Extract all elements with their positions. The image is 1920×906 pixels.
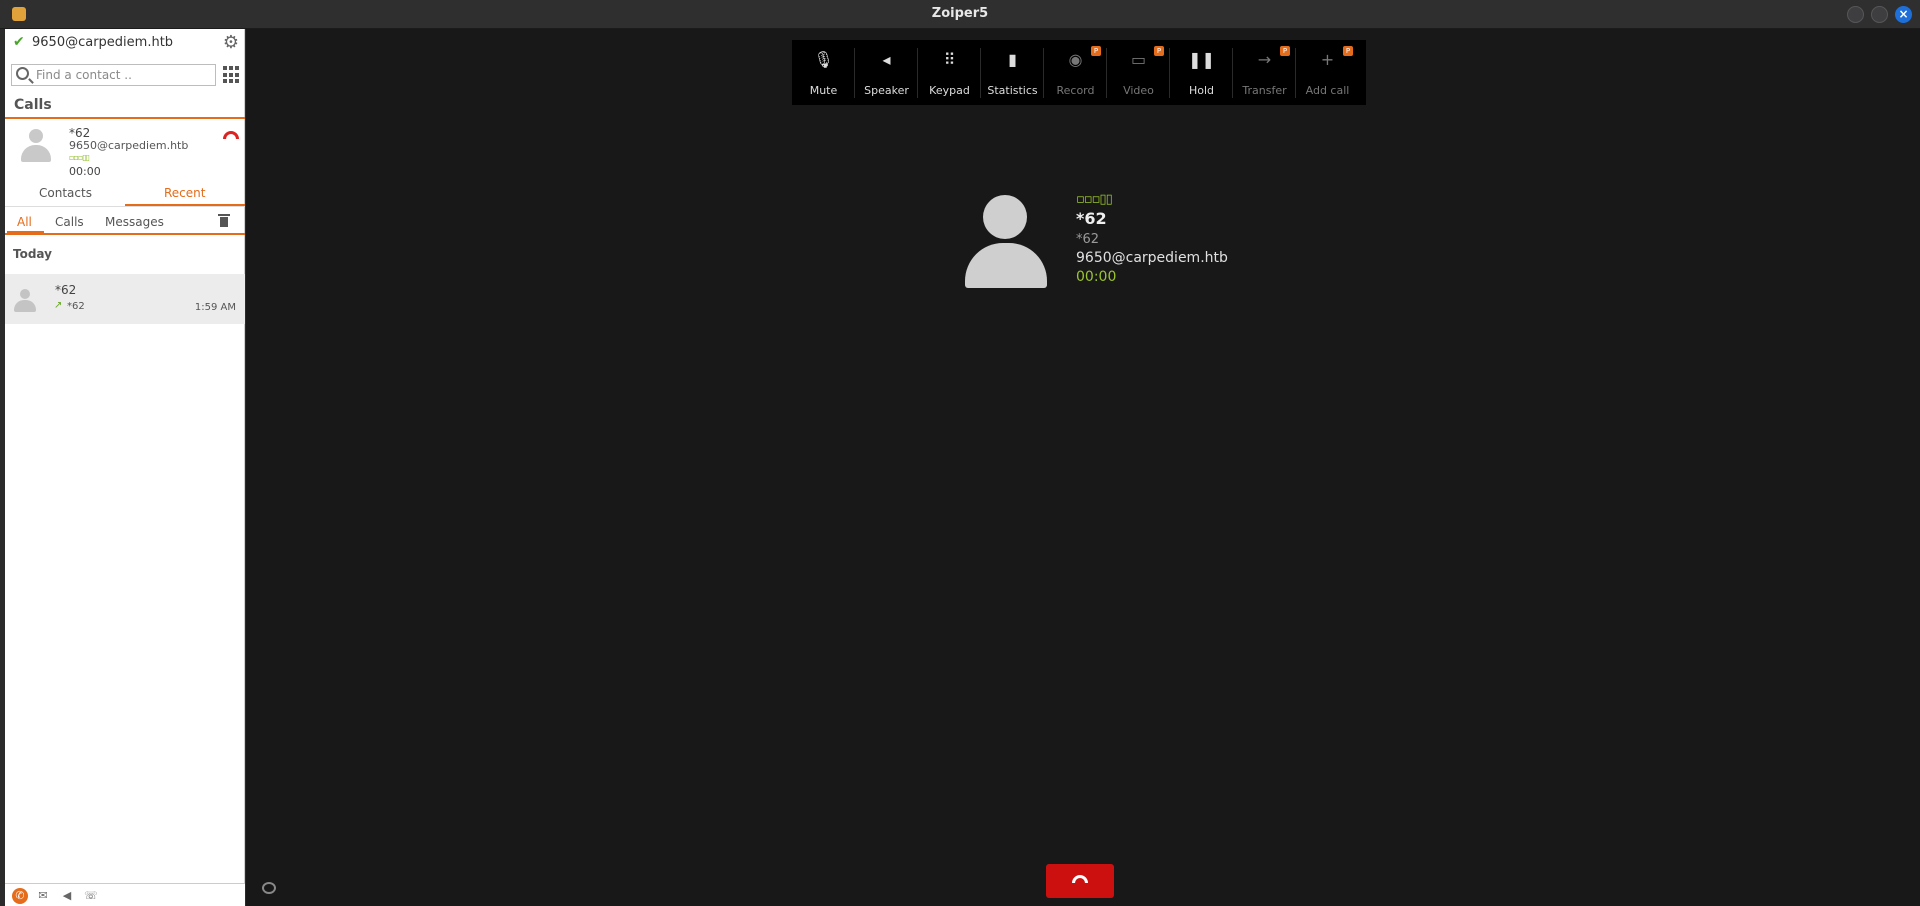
avatar [21,129,51,163]
speaker-volume-icon[interactable]: ◀ [59,888,75,904]
filter-calls[interactable]: Calls [55,215,84,229]
signal-quality-icon: ▫▫▫▯▯ [69,153,90,162]
caller-uri: 9650@carpediem.htb [1076,250,1228,266]
call-timer: 00:00 [1076,269,1117,285]
add-call-label: Add call [1305,84,1350,97]
mail-icon[interactable]: ✉ [35,888,51,904]
active-call-uri: 9650@carpediem.htb [69,139,189,152]
record-label: Record [1056,84,1095,97]
settings-gear-icon[interactable]: ⚙ [223,32,239,53]
dialpad-grid-icon[interactable] [223,66,241,84]
speaker-icon: ◂ [882,50,891,69]
tab-contacts[interactable]: Contacts [39,186,92,200]
speaker-label: Speaker [864,84,909,97]
active-call-item[interactable]: *62 9650@carpediem.htb ▫▫▫▯▯ 00:00 [5,119,245,181]
caller-number: *62 [1076,232,1100,247]
signal-quality-icon: ▫▫▫▯▯ [1076,192,1113,207]
outgoing-call-arrow-icon: ↗ [54,300,63,311]
contact-search-box[interactable] [11,64,216,86]
active-call-time: 00:00 [69,165,101,178]
keypad-icon: ⠿ [943,50,956,69]
call-settings-icon[interactable]: ☏ [83,888,99,904]
speaker-button[interactable]: ◂ Speaker [855,40,918,105]
mute-label: Mute [809,84,838,97]
mute-button[interactable]: 🎙 Mute [792,40,855,105]
registered-check-icon: ✔ [13,34,25,50]
active-call-number: *62 [69,126,91,140]
hangup-button[interactable] [1046,864,1114,898]
pause-icon: ❚❚ [1188,50,1215,69]
pro-badge: P [1280,46,1290,56]
call-view: 🎙 Mute ◂ Speaker ⠿ Keypad ▮ Statistics ◉… [246,29,1920,906]
contacts-recent-tabs: Contacts Recent [5,181,245,207]
video-label: Video [1123,84,1154,97]
calls-header: Calls [14,97,52,113]
tab-recent[interactable]: Recent [164,186,205,200]
window-title: Zoiper5 [931,6,989,21]
contact-search-input[interactable] [36,66,212,84]
caller-name: *62 [1076,209,1107,228]
hangup-icon[interactable] [223,131,239,139]
statistics-bars-icon: ▮ [1008,50,1017,69]
filter-messages[interactable]: Messages [105,215,164,229]
maximize-button[interactable] [1871,6,1888,23]
recent-filter-tabs: All Calls Messages [5,209,245,235]
statistics-button[interactable]: ▮ Statistics [981,40,1044,105]
title-bar: Zoiper5 × [0,0,1920,29]
recent-item-time: 1:59 AM [194,302,236,313]
hangup-icon [1072,875,1088,883]
hold-button[interactable]: ❚❚ Hold [1170,40,1233,105]
phone-icon[interactable]: ✆ [12,888,28,904]
transfer-button[interactable]: → Transfer P [1233,40,1296,105]
recent-item-number: *62 [67,301,85,312]
close-button[interactable]: × [1895,6,1912,23]
search-icon [16,67,29,80]
left-panel: ✔ 9650@carpediem.htb ⚙ Calls *62 9650@ca… [5,29,245,906]
add-call-button[interactable]: + Add call P [1296,40,1359,105]
account-status[interactable]: ✔ 9650@carpediem.htb ⚙ [5,29,245,57]
minimize-button[interactable] [1847,6,1864,23]
statistics-label: Statistics [987,84,1038,97]
account-name: 9650@carpediem.htb [32,35,174,50]
pro-badge: P [1154,46,1164,56]
caller-avatar [965,195,1047,291]
keypad-button[interactable]: ⠿ Keypad [918,40,981,105]
video-button[interactable]: ▭ Video P [1107,40,1170,105]
pro-badge: P [1343,46,1353,56]
pro-badge: P [1091,46,1101,56]
record-button[interactable]: ◉ Record P [1044,40,1107,105]
caller-info: ▫▫▫▯▯ *62 *62 9650@carpediem.htb 00:00 [1076,192,1228,285]
bottom-toolbar: ✆ ✉ ◀ ☏ [5,883,245,906]
active-filter-indicator [7,231,44,233]
list-item[interactable]: *62 ↗ *62 1:59 AM [5,274,245,324]
chat-bubble-icon[interactable] [262,882,276,894]
transfer-label: Transfer [1242,84,1287,97]
recent-group-today: Today [13,247,52,261]
avatar [14,289,36,313]
recent-item-name: *62 [55,283,77,297]
mute-microphone-icon: 🎙 [813,50,834,69]
hold-label: Hold [1188,84,1215,97]
filter-all[interactable]: All [17,215,32,229]
keypad-label: Keypad [929,84,970,97]
call-toolbar: 🎙 Mute ◂ Speaker ⠿ Keypad ▮ Statistics ◉… [792,40,1366,105]
active-tab-indicator [125,204,245,206]
trash-icon[interactable] [218,214,230,228]
